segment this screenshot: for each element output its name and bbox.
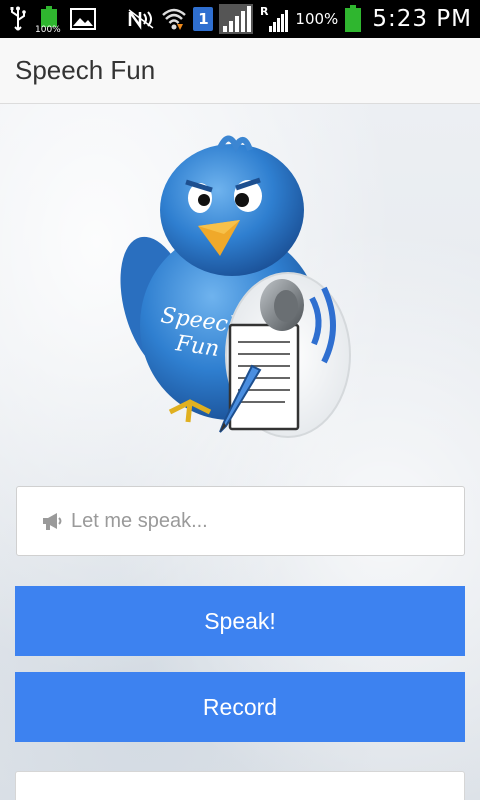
signal-icon	[219, 4, 254, 34]
battery-percent: 100%	[295, 10, 339, 28]
nfc-icon	[127, 8, 155, 30]
speak-button[interactable]: Speak!	[15, 586, 465, 656]
speak-input-container[interactable]	[16, 486, 465, 556]
usb-icon	[8, 6, 28, 32]
results-panel	[15, 771, 465, 800]
app-logo: Speech Fun	[120, 130, 360, 440]
sim-badge: 1	[193, 7, 214, 31]
status-bar: 100% 1 R 100% 5:23 PM	[0, 0, 480, 38]
battery-small-label: 100%	[35, 25, 61, 35]
record-button[interactable]: Record	[15, 672, 465, 742]
status-time: 5:23 PM	[372, 6, 472, 32]
wifi-icon	[161, 6, 187, 32]
svg-text:R: R	[260, 5, 269, 18]
battery-icon	[344, 5, 362, 33]
battery-full-icon: 100%	[35, 4, 61, 35]
megaphone-icon	[41, 511, 63, 531]
document-icon	[228, 323, 300, 431]
image-icon	[70, 8, 96, 30]
speak-text-input[interactable]	[71, 509, 451, 533]
roaming-signal-icon: R	[259, 4, 289, 34]
app-title: Speech Fun	[15, 55, 156, 85]
action-bar: Speech Fun	[0, 38, 480, 104]
